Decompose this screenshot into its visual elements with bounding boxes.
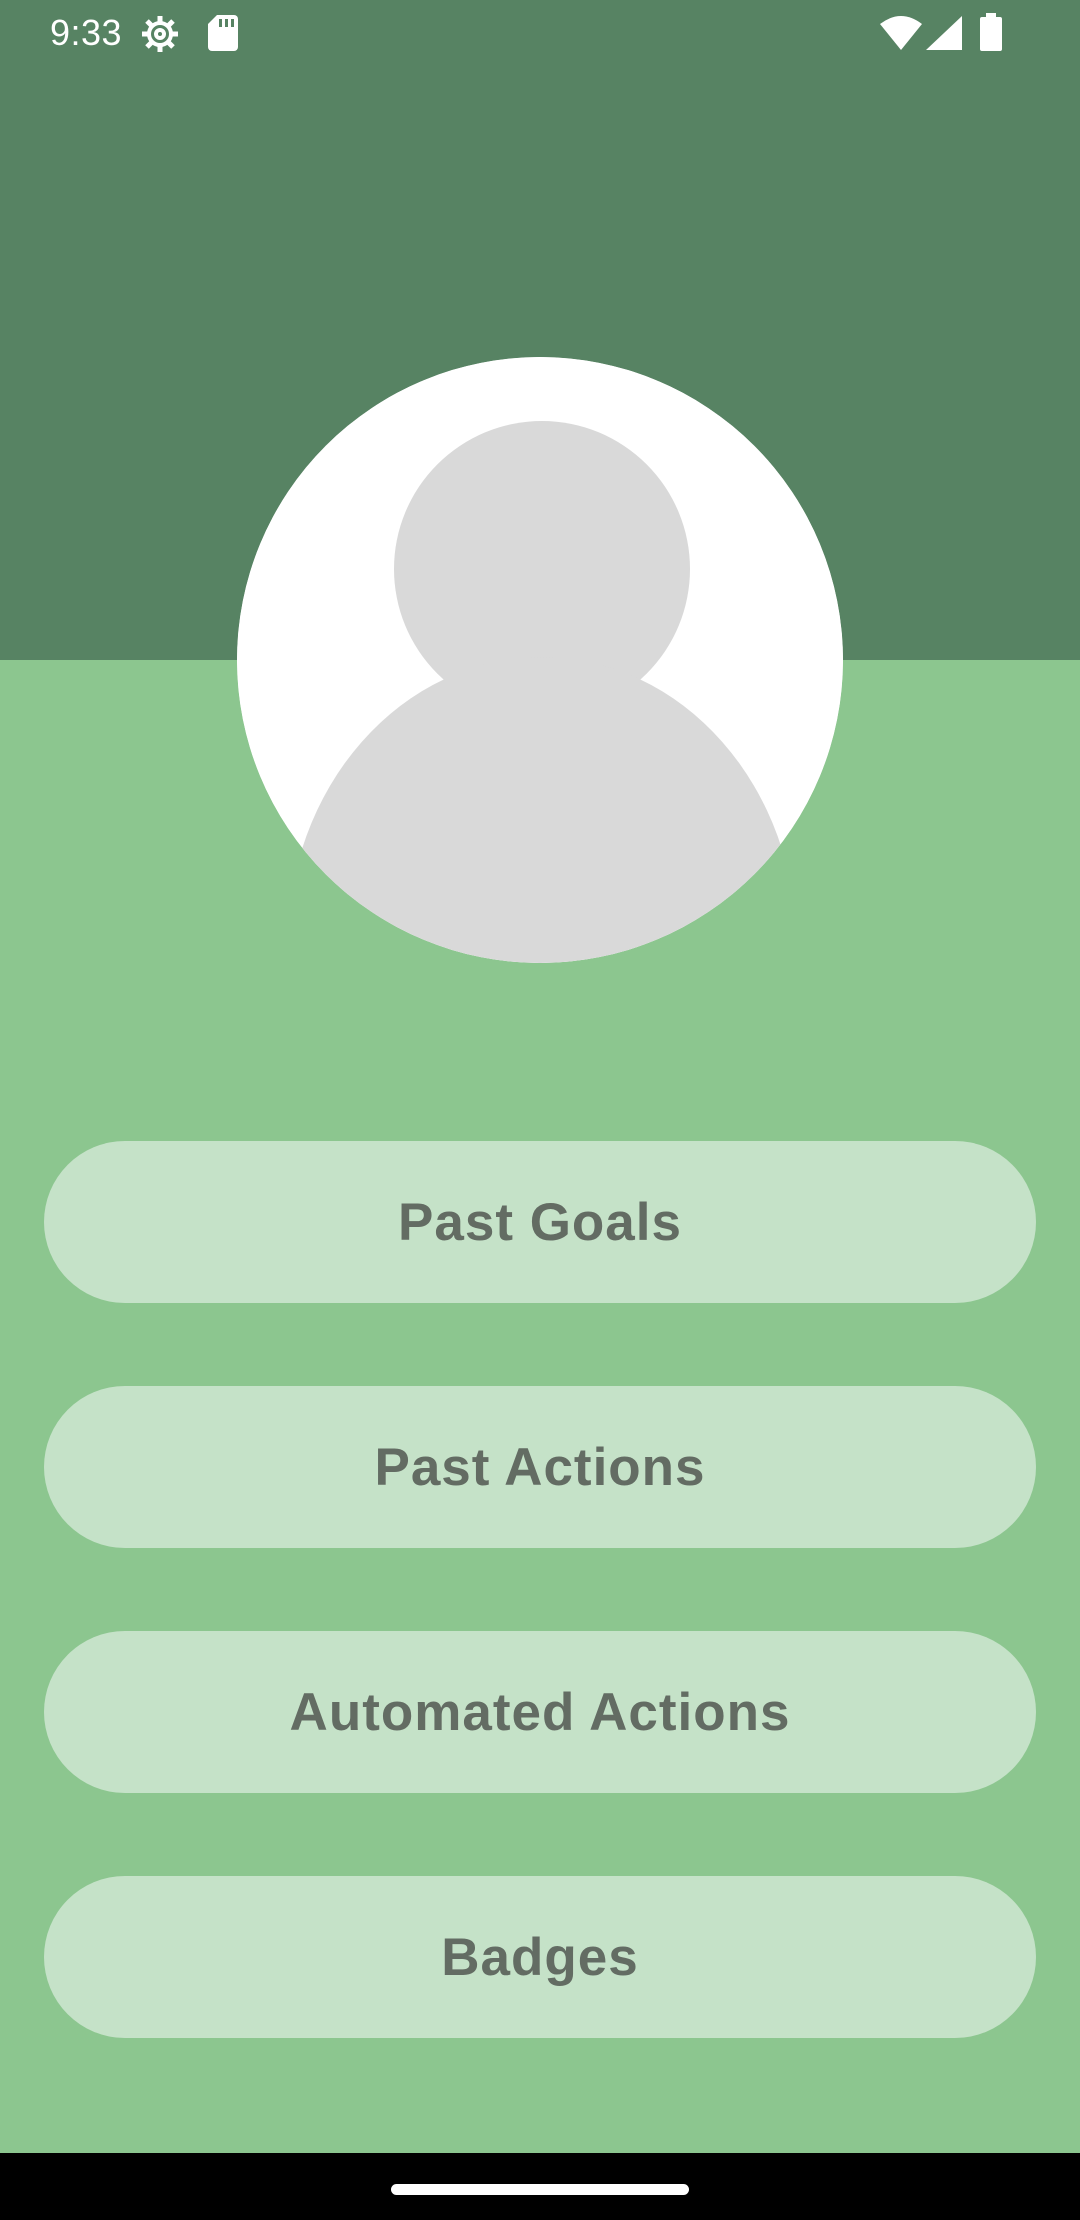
badges-button[interactable]: Badges — [44, 1876, 1036, 2038]
badges-label: Badges — [441, 1927, 639, 1987]
default-person-avatar-icon — [237, 357, 843, 963]
past-actions-label: Past Actions — [374, 1437, 706, 1497]
past-actions-button[interactable]: Past Actions — [44, 1386, 1036, 1548]
past-goals-label: Past Goals — [398, 1192, 682, 1252]
automated-actions-label: Automated Actions — [289, 1682, 791, 1742]
status-bar: 9:33 — [0, 0, 1080, 66]
wifi-icon — [880, 16, 922, 50]
past-goals-button[interactable]: Past Goals — [44, 1141, 1036, 1303]
profile-avatar[interactable] — [237, 357, 843, 963]
automated-actions-button[interactable]: Automated Actions — [44, 1631, 1036, 1793]
settings-gear-icon — [142, 16, 178, 52]
sd-card-icon — [208, 15, 238, 51]
cellular-signal-icon — [926, 16, 962, 50]
navigation-bar — [0, 2153, 1080, 2220]
status-time: 9:33 — [50, 12, 123, 53]
home-gesture-handle[interactable] — [391, 2184, 689, 2195]
battery-icon — [980, 13, 1002, 51]
